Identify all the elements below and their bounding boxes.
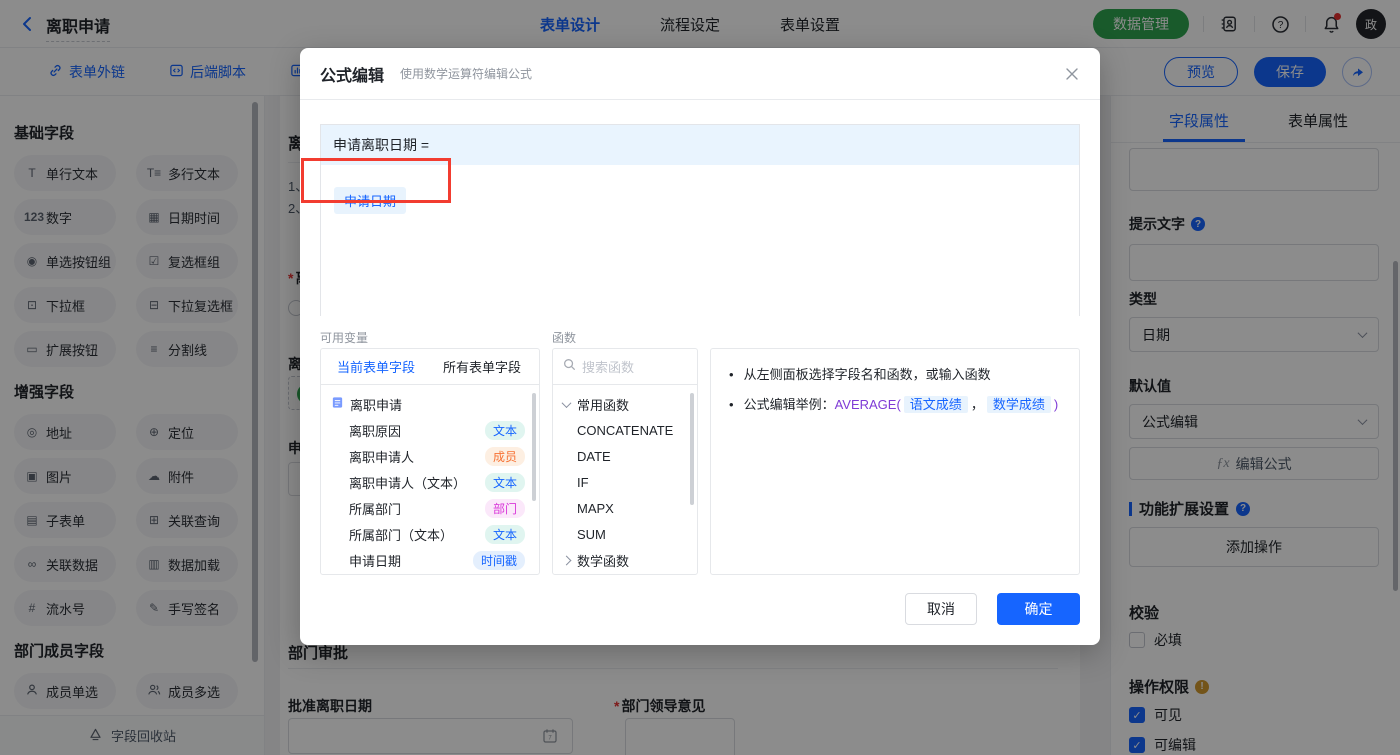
variables-tabs: 当前表单字段 所有表单字段 <box>321 349 539 385</box>
bullet: • <box>729 367 734 382</box>
type-badge: 文本 <box>484 420 525 440</box>
variables-scrollbar[interactable] <box>532 393 536 501</box>
variable-row[interactable]: 所属部门 部门 <box>321 495 539 521</box>
dialog-title: 公式编辑 <box>320 67 385 85</box>
functions-panel: 搜索函数 常用函数 CONCATENATE DATE IF MAPX SUM 数… <box>552 348 698 575</box>
function-item[interactable]: MAPX <box>553 495 697 521</box>
type-badge: 文本 <box>484 524 525 544</box>
function-item[interactable]: DATE <box>553 443 697 469</box>
type-badge: 成员 <box>484 446 525 466</box>
tip-example: 公式编辑举例：AVERAGE(语文成绩，数学成绩) <box>743 396 1059 413</box>
example-field-chip: 语文成绩 <box>903 396 968 413</box>
tab-current-form-fields[interactable]: 当前表单字段 <box>337 357 415 376</box>
cancel-button[interactable]: 取消 <box>905 593 977 625</box>
example-field-chip: 数学成绩 <box>986 396 1051 413</box>
dialog-subtitle: 使用数学运算符编辑公式 <box>400 67 533 81</box>
variables-label: 可用变量 <box>320 331 369 345</box>
function-item[interactable]: CONCATENATE <box>553 417 697 443</box>
annotation-highlight-box <box>301 158 451 203</box>
variable-row[interactable]: 离职原因 文本 <box>321 417 539 443</box>
form-doc-icon <box>331 396 344 412</box>
chevron-down-icon <box>561 397 572 408</box>
form-tree-root[interactable]: 离职申请 <box>321 391 539 417</box>
functions-label: 函数 <box>552 331 577 345</box>
function-search-placeholder: 搜索函数 <box>582 360 635 375</box>
functions-scrollbar[interactable] <box>690 393 694 505</box>
variable-row[interactable]: 申请日期 时间戳 <box>321 547 539 573</box>
function-search[interactable]: 搜索函数 <box>553 349 697 385</box>
search-icon <box>563 358 576 376</box>
function-group-math[interactable]: 数学函数 <box>553 547 697 573</box>
tips-panel: • 从左侧面板选择字段名和函数，或输入函数 • 公式编辑举例：AVERAGE(语… <box>710 348 1080 575</box>
tip-line: • 从左侧面板选择字段名和函数，或输入函数 <box>729 365 1061 385</box>
type-badge: 时间戳 <box>472 550 525 570</box>
chevron-right-icon <box>561 555 572 565</box>
variables-panel: 当前表单字段 所有表单字段 离职申请 离职原因 文本 离职申请人 成员 离职申请人（… <box>320 348 540 575</box>
function-group-text[interactable]: 文本函数 <box>553 573 697 574</box>
formula-edit-dialog: 公式编辑 使用数学运算符编辑公式 申请离职日期 = 申请日期 可用变量 函数 当… <box>300 48 1100 645</box>
bullet: • <box>729 397 734 412</box>
tip-example-line: • 公式编辑举例：AVERAGE(语文成绩，数学成绩) <box>729 395 1061 415</box>
variable-row[interactable]: 所属部门（文本） 文本 <box>321 521 539 547</box>
type-badge: 部门 <box>484 498 525 518</box>
variable-row[interactable]: 离职申请人 成员 <box>321 443 539 469</box>
formula-editor[interactable]: 申请离职日期 = 申请日期 <box>320 124 1080 316</box>
function-item[interactable]: SUM <box>553 521 697 547</box>
close-icon[interactable] <box>1064 66 1080 82</box>
confirm-button[interactable]: 确定 <box>997 593 1080 625</box>
dialog-header: 公式编辑 使用数学运算符编辑公式 <box>300 48 1100 100</box>
function-item[interactable]: IF <box>553 469 697 495</box>
type-badge: 文本 <box>484 472 525 492</box>
variable-row[interactable]: 离职申请人（文本） 文本 <box>321 469 539 495</box>
tab-all-form-fields[interactable]: 所有表单字段 <box>443 357 521 376</box>
function-group-common[interactable]: 常用函数 <box>553 391 697 417</box>
